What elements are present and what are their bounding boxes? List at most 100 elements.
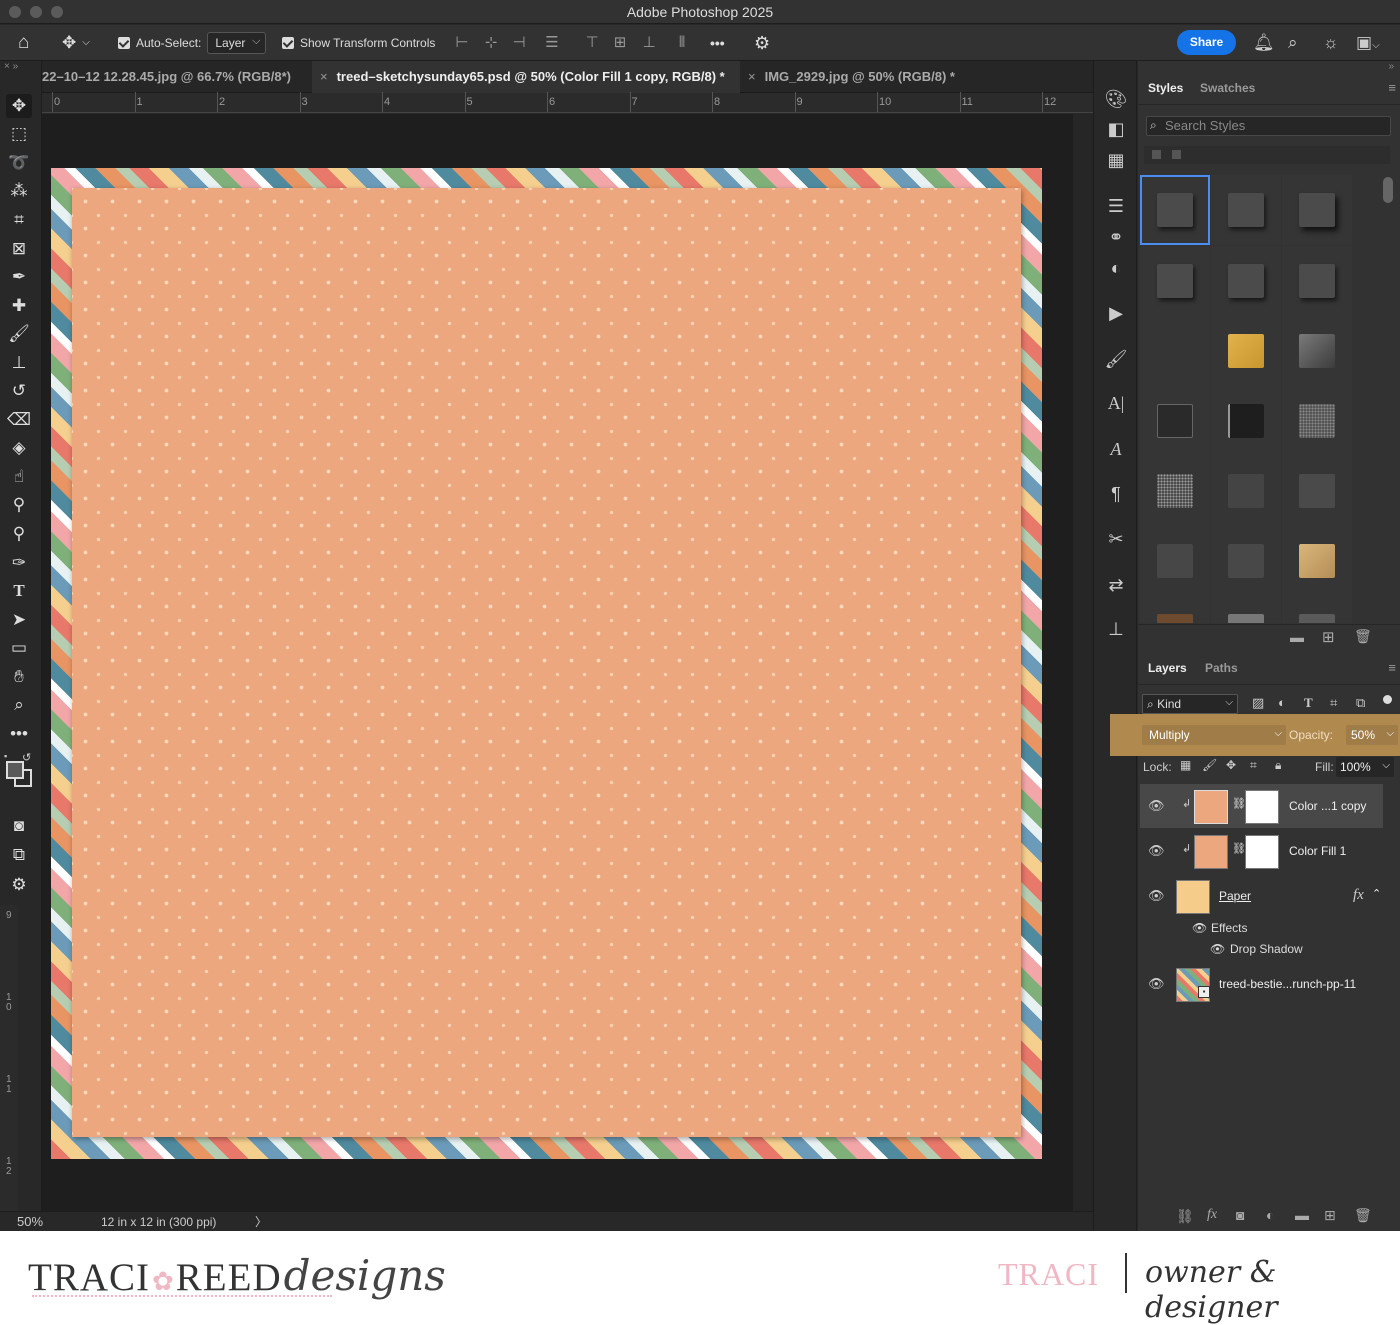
lock-artboard-icon[interactable]: ⌗ xyxy=(1250,758,1257,773)
filter-pixel-icon[interactable]: ▨ xyxy=(1252,695,1264,711)
layer-mask-thumbnail[interactable] xyxy=(1245,790,1279,824)
auto-select-dropdown[interactable]: Layer xyxy=(207,31,267,54)
filter-kind-dropdown[interactable]: ⌕ Kind ⌵ xyxy=(1142,694,1238,714)
layer-row-selected[interactable]: 👁︎ ↲ ⛓︎ Color ...1 copy xyxy=(1140,784,1383,828)
visibility-eye-icon[interactable]: 👁︎ xyxy=(1148,843,1165,859)
new-adjustment-layer-icon[interactable]: ◐ xyxy=(1266,1207,1274,1223)
align-hcenter-icon[interactable]: ⊹ xyxy=(484,34,498,52)
delete-layer-trash-icon[interactable]: 🗑︎ xyxy=(1354,1207,1372,1224)
foreground-color-swatch[interactable] xyxy=(6,761,24,779)
align-top-icon[interactable]: ⊤ xyxy=(585,34,599,52)
align-bottom-icon[interactable]: ⊥ xyxy=(642,34,656,52)
path-selection-tool-icon[interactable]: ➤ xyxy=(6,608,32,632)
style-thumbnail[interactable] xyxy=(1282,175,1352,245)
discover-lightbulb-icon[interactable]: ☼ xyxy=(1323,33,1339,53)
filter-adjustment-icon[interactable]: ◐ xyxy=(1278,695,1286,710)
align-vcenter-icon[interactable]: ⊞ xyxy=(613,34,627,52)
minimize-window-button[interactable] xyxy=(30,6,42,18)
drop-shadow-eye-icon[interactable]: 👁︎ xyxy=(1210,942,1225,956)
clone-source-icon[interactable]: ⊥ xyxy=(1103,617,1129,641)
pen-tool-icon[interactable]: ✑ xyxy=(6,551,32,575)
layer-row[interactable]: 👁︎ Paper fx ⌃ xyxy=(1140,874,1383,918)
filter-type-icon[interactable]: T xyxy=(1304,695,1313,711)
style-thumbnail[interactable] xyxy=(1140,175,1210,245)
history-brush-tool-icon[interactable]: ↺ xyxy=(6,379,32,403)
tab-styles[interactable]: Styles xyxy=(1148,71,1183,105)
tab-doc-2[interactable]: × treed–sketchysunday65.psd @ 50% (Color … xyxy=(312,61,740,93)
styles-scrollbar[interactable] xyxy=(1383,177,1393,203)
align-left-icon[interactable]: ⊢ xyxy=(455,34,469,52)
rectangle-tool-icon[interactable]: ▭ xyxy=(6,636,32,660)
visibility-eye-icon[interactable]: 👁︎ xyxy=(1148,888,1165,904)
lasso-tool-icon[interactable]: ➰ xyxy=(6,151,32,175)
folder-icon[interactable] xyxy=(1172,150,1181,159)
layer-name[interactable]: Paper xyxy=(1219,889,1251,903)
close-window-button[interactable] xyxy=(9,6,21,18)
frame-tool-icon[interactable]: ⊠ xyxy=(6,237,32,261)
show-transform-checkbox[interactable] xyxy=(282,37,294,49)
generative-fill-icon[interactable]: ⚙ xyxy=(6,873,32,897)
layer-fx-badge[interactable]: fx xyxy=(1353,887,1364,904)
paragraph-icon[interactable]: ¶ xyxy=(1103,482,1129,506)
healing-brush-tool-icon[interactable]: ✚ xyxy=(6,294,32,318)
collapse-tools-icon[interactable]: × » xyxy=(4,61,18,72)
style-thumbnail[interactable] xyxy=(1282,596,1352,623)
layer-name[interactable]: treed-bestie...runch-pp-11 xyxy=(1219,977,1356,991)
glyphs-icon[interactable]: A xyxy=(1103,437,1129,461)
new-style-icon[interactable]: ⊞ xyxy=(1322,628,1335,646)
workspace-icon[interactable]: ▣⌵ xyxy=(1356,33,1380,56)
opacity-input[interactable]: 50% ⌵ xyxy=(1346,725,1398,745)
notifications-bell-icon[interactable]: 🔔︎ xyxy=(1253,33,1275,53)
style-thumbnail[interactable] xyxy=(1211,246,1281,316)
style-thumbnail[interactable] xyxy=(1282,246,1352,316)
character-icon[interactable]: A| xyxy=(1103,391,1129,415)
hand-tool-icon[interactable]: ✋︎ xyxy=(6,665,32,689)
screen-mode-icon[interactable]: ⧉ xyxy=(6,843,32,867)
style-thumbnail[interactable] xyxy=(1211,316,1281,386)
style-thumbnail[interactable] xyxy=(1140,316,1210,386)
style-thumbnail[interactable] xyxy=(1140,386,1210,456)
style-thumbnail[interactable] xyxy=(1282,456,1352,526)
tool-presets-icon[interactable]: ✂ xyxy=(1103,527,1129,551)
brush-tool-icon[interactable]: 🖌︎ xyxy=(6,322,32,346)
color-swatches[interactable]: ▪ ↺ xyxy=(4,751,34,789)
marquee-tool-icon[interactable]: ⬚ xyxy=(6,122,32,146)
style-thumbnail[interactable] xyxy=(1282,526,1352,596)
style-thumbnail[interactable] xyxy=(1211,175,1281,245)
align-right-icon[interactable]: ⊣ xyxy=(512,34,526,52)
layer-name[interactable]: Color Fill 1 xyxy=(1289,844,1346,858)
magic-wand-tool-icon[interactable]: ⁂ xyxy=(6,179,32,203)
settings-gear-icon[interactable]: ⚙ xyxy=(754,25,770,61)
visibility-eye-icon[interactable]: 👁︎ xyxy=(1148,976,1165,992)
home-icon[interactable]: ⌂ xyxy=(18,25,29,61)
search-icon[interactable]: ⌕ xyxy=(1288,33,1298,53)
adjustments-icon[interactable]: ☰ xyxy=(1103,194,1129,218)
layer-comps-icon[interactable]: ⇄ xyxy=(1103,573,1129,597)
link-layers-icon[interactable]: ⛓︎ xyxy=(1176,1208,1194,1225)
default-colors-icon[interactable]: ▪ xyxy=(4,751,7,761)
patterns-icon[interactable]: ▦ xyxy=(1103,148,1129,172)
lock-position-icon[interactable]: ✥ xyxy=(1226,758,1236,772)
panel-menu-icon[interactable]: ≡ xyxy=(1388,660,1396,675)
drop-shadow-label[interactable]: Drop Shadow xyxy=(1230,942,1303,956)
style-thumbnail[interactable] xyxy=(1211,386,1281,456)
quick-mask-icon[interactable]: ◙ xyxy=(6,814,32,838)
channels-icon[interactable]: ⚭ xyxy=(1103,225,1129,249)
style-thumbnail[interactable] xyxy=(1211,456,1281,526)
dodge-tool-icon[interactable]: ⚲ xyxy=(6,493,32,517)
layer-mask-thumbnail[interactable] xyxy=(1245,835,1279,869)
actions-play-icon[interactable]: ▶ xyxy=(1103,301,1129,325)
style-thumbnail[interactable] xyxy=(1140,456,1210,526)
tab-doc-3[interactable]: × IMG_2929.jpg @ 50% (RGB/8) * xyxy=(742,61,992,93)
mask-link-icon[interactable]: ⛓︎ xyxy=(1232,797,1246,810)
tab-swatches[interactable]: Swatches xyxy=(1200,71,1255,105)
style-thumbnail[interactable] xyxy=(1211,596,1281,623)
smudge-tool-icon[interactable]: ☝ xyxy=(6,465,32,489)
style-thumbnail[interactable] xyxy=(1140,246,1210,316)
style-thumbnail[interactable] xyxy=(1140,596,1210,623)
delete-trash-icon[interactable]: 🗑︎ xyxy=(1354,628,1372,645)
panel-menu-icon[interactable]: ≡ xyxy=(1388,80,1396,95)
blend-mode-dropdown[interactable]: Multiply ⌵ xyxy=(1142,725,1286,745)
brush-settings-icon[interactable]: 🖌︎ xyxy=(1103,347,1129,371)
auto-select-checkbox[interactable] xyxy=(118,37,130,49)
